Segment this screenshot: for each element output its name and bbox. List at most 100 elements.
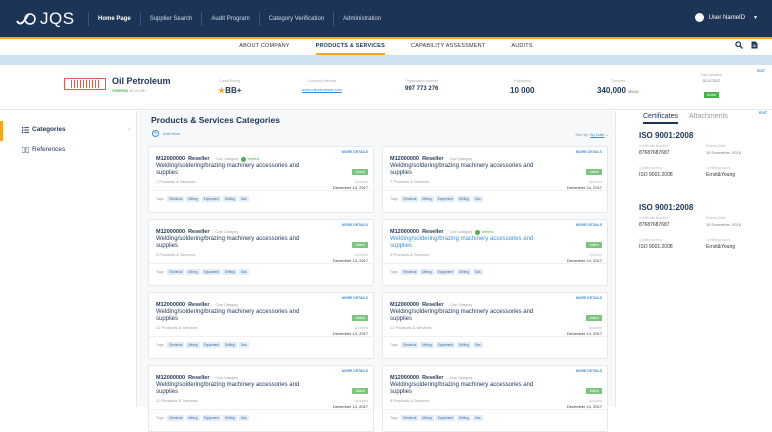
tag[interactable]: Mining — [186, 342, 200, 348]
category-card[interactable]: MORE DETAILS M12000000 Reseller Core Cat… — [382, 365, 608, 432]
card-divider — [149, 409, 373, 410]
tag[interactable]: Electrical — [167, 196, 185, 202]
nav-supplier-search[interactable]: Supplier Search — [139, 11, 202, 26]
website-link[interactable]: www.oilpetroleum.com — [302, 87, 342, 92]
app-logo[interactable]: JQS — [14, 9, 88, 29]
tag[interactable]: Mining — [186, 269, 200, 275]
tag[interactable]: Equipment — [435, 269, 455, 275]
tag[interactable]: Equipment — [435, 415, 455, 421]
category-card[interactable]: MORE DETAILS M12000000 Reseller Core Cat… — [148, 365, 374, 432]
document-icon[interactable] — [751, 41, 758, 49]
tag[interactable]: Drilling — [456, 415, 471, 421]
user-name: User NameID — [708, 14, 746, 21]
more-details-link[interactable]: MORE DETAILS — [576, 296, 602, 300]
tag[interactable]: Gas — [472, 342, 483, 348]
tag[interactable]: Gas — [472, 196, 483, 202]
tag[interactable]: Equipment — [435, 342, 455, 348]
tag[interactable]: Gas — [238, 342, 249, 348]
tab-audits[interactable]: AUDITS — [511, 39, 532, 55]
certificates-edit-link[interactable]: EDIT — [759, 111, 767, 115]
category-type: Reseller — [188, 156, 210, 162]
more-details-link[interactable]: MORE DETAILS — [342, 296, 368, 300]
tag[interactable]: Equipment — [201, 269, 221, 275]
tags-label: Tags: — [390, 343, 399, 347]
tag[interactable]: Electrical — [167, 415, 185, 421]
tag[interactable]: Mining — [420, 269, 434, 275]
category-title[interactable]: Welding/soldering/brazing machinery acce… — [156, 382, 316, 396]
sidebar-item-categories[interactable]: Categories — [22, 126, 66, 133]
caret-down-icon: ▼ — [753, 14, 758, 21]
tag[interactable]: Electrical — [401, 415, 419, 421]
tag[interactable]: Gas — [238, 415, 249, 421]
more-details-link[interactable]: MORE DETAILS — [576, 223, 602, 227]
tag[interactable]: Mining — [420, 415, 434, 421]
company-edit-link[interactable]: EDIT — [757, 69, 765, 73]
sidebar-collapse-icon[interactable]: ‹ — [128, 126, 130, 133]
updated-label: Updated — [588, 180, 602, 184]
tag[interactable]: Mining — [420, 342, 434, 348]
tab-products-services[interactable]: PRODUCTS & SERVICES — [315, 39, 386, 55]
category-card[interactable]: MORE DETAILS M12000000 Reseller Core Cat… — [382, 146, 608, 213]
search-icon[interactable] — [735, 41, 743, 49]
tag[interactable]: Equipment — [201, 415, 221, 421]
tag[interactable]: Drilling — [456, 196, 471, 202]
tag[interactable]: Equipment — [201, 196, 221, 202]
user-menu[interactable]: User NameID ▼ — [694, 13, 758, 22]
category-title[interactable]: Welding/soldering/brazing machinery acce… — [390, 382, 550, 396]
tag[interactable]: Electrical — [401, 342, 419, 348]
tag[interactable]: Drilling — [456, 342, 471, 348]
tag[interactable]: Gas — [472, 269, 483, 275]
category-title[interactable]: Welding/soldering/brazing machinery acce… — [156, 309, 316, 323]
category-card[interactable]: MORE DETAILS M12000000 Reseller Core Cat… — [148, 292, 374, 359]
tag[interactable]: Drilling — [456, 269, 471, 275]
tag[interactable]: Electrical — [167, 269, 185, 275]
card-header: M12000000 Reseller Core Category Verifie… — [390, 229, 493, 235]
tag[interactable]: Drilling — [222, 269, 237, 275]
tag[interactable]: Equipment — [201, 342, 221, 348]
tag[interactable]: Gas — [238, 196, 249, 202]
tag[interactable]: Mining — [420, 196, 434, 202]
category-title[interactable]: Welding/soldering/brazing machinery acce… — [390, 309, 550, 323]
category-title[interactable]: Welding/soldering/brazing machinery acce… — [156, 236, 316, 250]
tab-certificates[interactable]: Certificates — [643, 113, 679, 124]
tag[interactable]: Drilling — [222, 196, 237, 202]
sidebar-item-references[interactable]: References — [22, 146, 65, 153]
category-title[interactable]: Welding/soldering/brazing machinery acce… — [390, 163, 550, 177]
tab-attachments[interactable]: Attachments — [689, 113, 728, 124]
more-details-link[interactable]: MORE DETAILS — [576, 150, 602, 154]
card-status: Active Updated December 14, 2017 — [567, 379, 602, 409]
category-card[interactable]: MORE DETAILS M12000000 Reseller Core Cat… — [148, 219, 374, 286]
category-title[interactable]: Welding/soldering/brazing machinery acce… — [156, 163, 316, 177]
tag[interactable]: Electrical — [401, 269, 419, 275]
tag[interactable]: Equipment — [435, 196, 455, 202]
more-details-link[interactable]: MORE DETAILS — [342, 369, 368, 373]
sort-by-control[interactable]: Sort by: By Date ⌄ — [575, 132, 609, 137]
category-code: M12000000 — [156, 156, 186, 162]
tab-capability-assessment[interactable]: CAPABILITY ASSESSMENT — [411, 39, 485, 55]
references-icon — [22, 146, 29, 153]
add-more-button[interactable]: + Add More — [152, 130, 180, 137]
tag[interactable]: Gas — [238, 269, 249, 275]
tag[interactable]: Drilling — [222, 415, 237, 421]
tag[interactable]: Electrical — [167, 342, 185, 348]
nav-audit-program[interactable]: Audit Program — [201, 11, 258, 26]
nav-category-verification[interactable]: Category Verification — [258, 11, 333, 26]
category-title[interactable]: Welding/soldering/brazing machinery acce… — [390, 236, 550, 250]
nav-administration[interactable]: Administration — [333, 11, 390, 26]
category-card[interactable]: MORE DETAILS M12000000 Reseller Core Cat… — [382, 292, 608, 359]
tab-about-company[interactable]: ABOUT COMPANY — [239, 39, 289, 55]
tag[interactable]: Drilling — [222, 342, 237, 348]
category-card[interactable]: MORE DETAILS M12000000 Reseller Core Cat… — [148, 146, 374, 213]
company-logo — [64, 78, 106, 90]
more-details-link[interactable]: MORE DETAILS — [342, 150, 368, 154]
nav-home-page[interactable]: Home Page — [88, 11, 140, 26]
category-card[interactable]: MORE DETAILS M12000000 Reseller Core Cat… — [382, 219, 608, 286]
tag[interactable]: Gas — [472, 415, 483, 421]
tag[interactable]: Mining — [186, 415, 200, 421]
card-header: M12000000 Reseller Core Category — [390, 302, 472, 308]
tag[interactable]: Mining — [186, 196, 200, 202]
tag[interactable]: Electrical — [401, 196, 419, 202]
more-details-link[interactable]: MORE DETAILS — [342, 223, 368, 227]
last-updated: Last Updated 02.12.2017 Active — [701, 73, 722, 101]
more-details-link[interactable]: MORE DETAILS — [576, 369, 602, 373]
